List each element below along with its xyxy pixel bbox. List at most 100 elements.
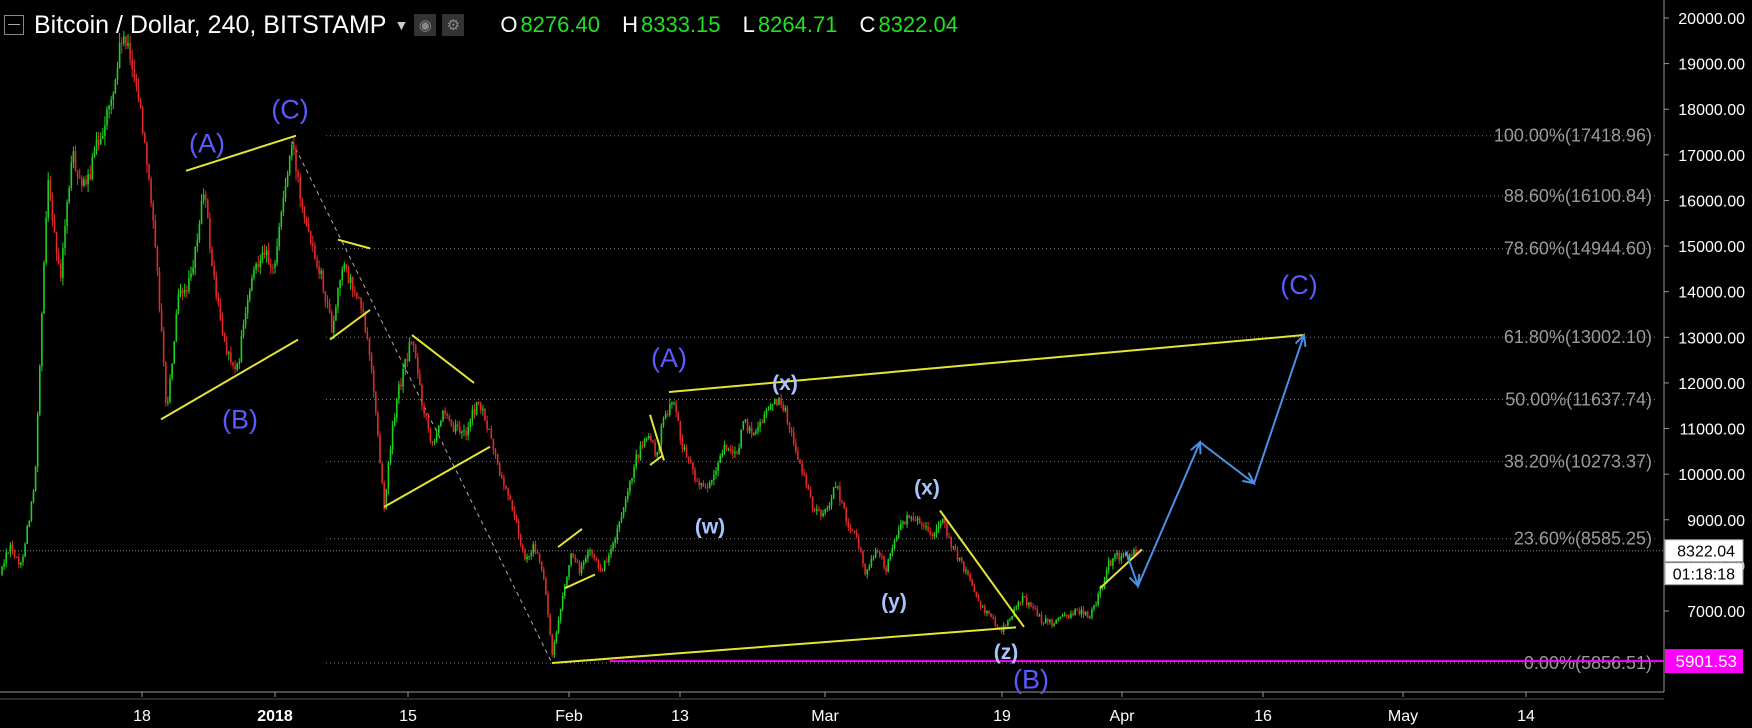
candle-body bbox=[501, 474, 503, 478]
candle-body bbox=[578, 562, 581, 574]
candle-body bbox=[232, 362, 234, 366]
candle-body bbox=[925, 526, 927, 528]
candle-body bbox=[1065, 614, 1068, 616]
candle-body bbox=[849, 527, 852, 531]
candle-body bbox=[929, 530, 931, 534]
candle-body bbox=[916, 517, 919, 521]
candle-body bbox=[547, 594, 549, 616]
candle-body bbox=[450, 419, 453, 427]
candle-body bbox=[534, 544, 537, 553]
candle-body bbox=[876, 551, 879, 553]
candle-body bbox=[414, 346, 417, 358]
candle-body bbox=[297, 171, 299, 177]
candle-body bbox=[148, 164, 150, 180]
candle-body bbox=[270, 264, 272, 268]
wave-label: (B) bbox=[1013, 665, 1049, 695]
candle-body bbox=[183, 290, 186, 293]
candle-body bbox=[301, 198, 304, 208]
candle-body bbox=[144, 133, 146, 143]
candle-body bbox=[1086, 611, 1089, 618]
candle-body bbox=[759, 422, 761, 428]
fib-level-label: 78.60%(14944.60) bbox=[1504, 239, 1652, 259]
candle-body bbox=[788, 423, 791, 430]
candle-body bbox=[1097, 593, 1099, 605]
candle-body bbox=[635, 454, 637, 468]
candle-body bbox=[181, 290, 184, 293]
candle-body bbox=[826, 508, 829, 510]
candle-body bbox=[1015, 607, 1018, 609]
candle-body bbox=[1051, 619, 1053, 627]
candle-body bbox=[568, 565, 570, 577]
candle-body bbox=[1036, 608, 1039, 616]
candle-body bbox=[372, 369, 375, 392]
candle-body bbox=[1042, 622, 1045, 624]
candle-body bbox=[1116, 552, 1118, 555]
candle-body bbox=[299, 176, 301, 199]
candle-body bbox=[513, 510, 516, 517]
candle-body bbox=[104, 125, 106, 137]
candle-body bbox=[958, 557, 961, 560]
price-tick-label: 9000.00 bbox=[1687, 513, 1745, 530]
candle-body bbox=[597, 560, 600, 568]
candle-body bbox=[85, 179, 87, 185]
candle-body bbox=[81, 178, 83, 186]
candle-body bbox=[702, 483, 705, 487]
time-tick-label: Apr bbox=[1110, 708, 1136, 725]
candle-body bbox=[190, 273, 192, 278]
candle-body bbox=[885, 567, 887, 572]
candle-body bbox=[433, 440, 436, 442]
candle-body bbox=[452, 426, 455, 432]
candle-body bbox=[515, 516, 518, 521]
time-tick-label: 15 bbox=[399, 708, 417, 725]
price-tick-label: 11000.00 bbox=[1679, 422, 1745, 439]
candle-body bbox=[1009, 619, 1011, 621]
candle-body bbox=[349, 277, 352, 283]
candle-body bbox=[486, 420, 488, 430]
price-tick-label: 20000.00 bbox=[1678, 11, 1745, 28]
candle-body bbox=[102, 136, 104, 139]
candle-body bbox=[616, 528, 619, 540]
candle-body bbox=[362, 308, 364, 312]
candle-body bbox=[887, 559, 889, 572]
candle-body bbox=[366, 332, 369, 339]
candle-body bbox=[528, 555, 530, 557]
candle-body bbox=[727, 448, 730, 450]
candle-body bbox=[213, 265, 215, 277]
candle-body bbox=[339, 280, 341, 288]
candle-body bbox=[683, 447, 686, 450]
candle-body bbox=[742, 420, 745, 430]
candle-body bbox=[280, 212, 283, 227]
candle-body bbox=[1120, 556, 1123, 561]
candle-body bbox=[1076, 609, 1078, 611]
candle-body bbox=[551, 634, 553, 655]
price-chart[interactable]: 20000.00 19000.00 18000.00 17000.00 16000.00… bbox=[0, 0, 1752, 728]
fib-level-label: 23.60%(8585.25) bbox=[1514, 529, 1652, 549]
candle-body bbox=[62, 248, 64, 278]
candle-body bbox=[784, 407, 787, 411]
candle-body bbox=[990, 613, 992, 617]
candle-body bbox=[459, 426, 461, 433]
candle-body bbox=[5, 552, 7, 564]
candle-body bbox=[129, 43, 131, 60]
candle-body bbox=[908, 514, 910, 519]
candle-body bbox=[713, 475, 715, 481]
candle-body bbox=[971, 579, 973, 586]
candle-body bbox=[116, 68, 119, 80]
candle-body bbox=[396, 398, 398, 418]
candle-body bbox=[412, 342, 415, 347]
candle-body bbox=[1017, 601, 1020, 608]
candle-body bbox=[1026, 597, 1028, 606]
candle-body bbox=[881, 556, 883, 558]
candle-body bbox=[828, 505, 831, 509]
wave-label: (C) bbox=[1280, 270, 1317, 300]
candle-body bbox=[603, 561, 606, 571]
time-tick-label: Mar bbox=[811, 708, 839, 725]
candle-body bbox=[318, 266, 320, 274]
candle-body bbox=[76, 170, 79, 178]
candle-body bbox=[240, 335, 243, 362]
candle-body bbox=[1057, 617, 1060, 621]
candle-body bbox=[89, 174, 91, 180]
candle-body bbox=[87, 174, 89, 185]
candle-body bbox=[561, 595, 564, 609]
candle-body bbox=[1074, 609, 1076, 616]
